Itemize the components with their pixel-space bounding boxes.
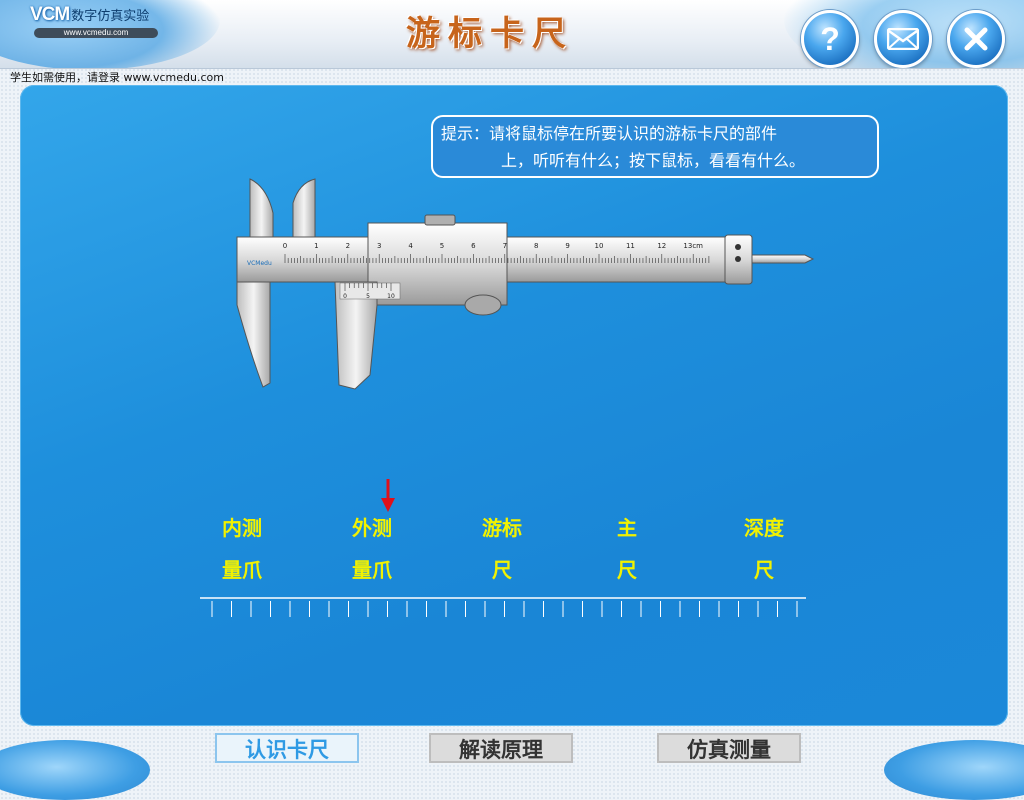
part-label-line: 深度 <box>744 516 784 540</box>
main-panel: 提示：请将鼠标停在所要认识的游标卡尺的部件 上，听听有什么；按下鼠标，看看有什么… <box>20 85 1008 726</box>
brand-url: www.vcmedu.com <box>34 28 158 38</box>
part-label-line: 尺 <box>754 558 774 582</box>
main-scale-number: 4 <box>408 242 413 250</box>
hint-line-1: 提示：请将鼠标停在所要认识的游标卡尺的部件 <box>441 124 778 143</box>
inner-jaw-slider[interactable] <box>292 178 316 238</box>
part-label-line: 尺 <box>492 558 512 582</box>
main-scale-number: 5 <box>440 242 444 250</box>
tab-recognize-caliper[interactable]: 认识卡尺 <box>215 733 359 763</box>
main-scale-number: 7 <box>503 242 507 250</box>
main-scale-number: 11 <box>626 242 635 250</box>
corner-decoration-right <box>884 740 1024 800</box>
brand-subtitle: 数字仿真实验 <box>71 9 150 24</box>
hint-line-2: 上，听听有什么；按下鼠标，看看有什么。 <box>501 151 806 170</box>
part-label-line: 外测 <box>352 516 392 540</box>
part-label-line: 尺 <box>617 558 637 582</box>
vernier-number: 10 <box>387 293 395 300</box>
main-scale-number: 12 <box>657 242 666 250</box>
envelope-icon <box>887 28 919 50</box>
main-scale-number: 8 <box>534 242 538 250</box>
part-label-outer-jaw[interactable]: 外测 量爪 <box>337 507 407 591</box>
header: VCM 数字仿真实验 www.vcmedu.com 游标卡尺 ? <box>0 0 1024 69</box>
part-label-line: 量爪 <box>222 558 262 582</box>
brand-name: VCM <box>30 4 70 25</box>
depth-rod[interactable] <box>751 254 815 264</box>
main-scale-number: 13cm <box>683 242 703 250</box>
part-label-main-scale[interactable]: 主 尺 <box>592 507 662 591</box>
part-label-inner-jaw[interactable]: 内测 量爪 <box>207 507 277 591</box>
main-scale-number: 1 <box>314 242 318 250</box>
hint-box: 提示：请将鼠标停在所要认识的游标卡尺的部件 上，听听有什么；按下鼠标，看看有什么… <box>431 115 879 178</box>
corner-decoration-left <box>0 740 150 800</box>
main-scale-number: 2 <box>346 242 350 250</box>
part-label-line: 量爪 <box>352 558 392 582</box>
page-title: 游标卡尺 <box>406 14 574 54</box>
caliper-logo: VCMedu <box>247 260 272 267</box>
vernier-number: 0 <box>343 293 347 300</box>
vernier-number: 5 <box>366 293 370 300</box>
inner-jaw-fixed[interactable] <box>249 178 274 238</box>
question-mark-icon: ? <box>820 20 840 57</box>
part-label-line: 内测 <box>222 516 262 540</box>
vernier-caliper[interactable]: 0 1 2 3 4 5 6 7 8 9 10 11 12 13cm 0 5 10 VCMedu <box>215 175 815 400</box>
close-icon <box>964 27 988 51</box>
mail-button[interactable] <box>874 10 932 68</box>
main-scale-number: 9 <box>565 242 569 250</box>
tick-ruler <box>200 597 806 617</box>
part-label-line: 游标 <box>482 516 522 540</box>
outer-jaw-fixed[interactable] <box>236 281 271 388</box>
tab-principle[interactable]: 解读原理 <box>429 733 573 763</box>
brand-logo: VCM 数字仿真实验 <box>30 4 149 26</box>
part-label-vernier[interactable]: 游标 尺 <box>467 507 537 591</box>
main-scale-number: 3 <box>377 242 381 250</box>
help-button[interactable]: ? <box>801 10 859 68</box>
main-scale-number: 10 <box>595 242 604 250</box>
indicator-arrow-icon <box>381 479 395 512</box>
tab-simulated-measurement[interactable]: 仿真测量 <box>657 733 801 763</box>
login-note: 学生如需使用，请登录 www.vcmedu.com <box>10 71 224 84</box>
part-label-depth-rod[interactable]: 深度 尺 <box>729 507 799 591</box>
close-button[interactable] <box>947 10 1005 68</box>
main-scale-number: 6 <box>471 242 476 250</box>
main-scale-number: 0 <box>283 242 287 250</box>
part-label-line: 主 <box>617 516 637 540</box>
